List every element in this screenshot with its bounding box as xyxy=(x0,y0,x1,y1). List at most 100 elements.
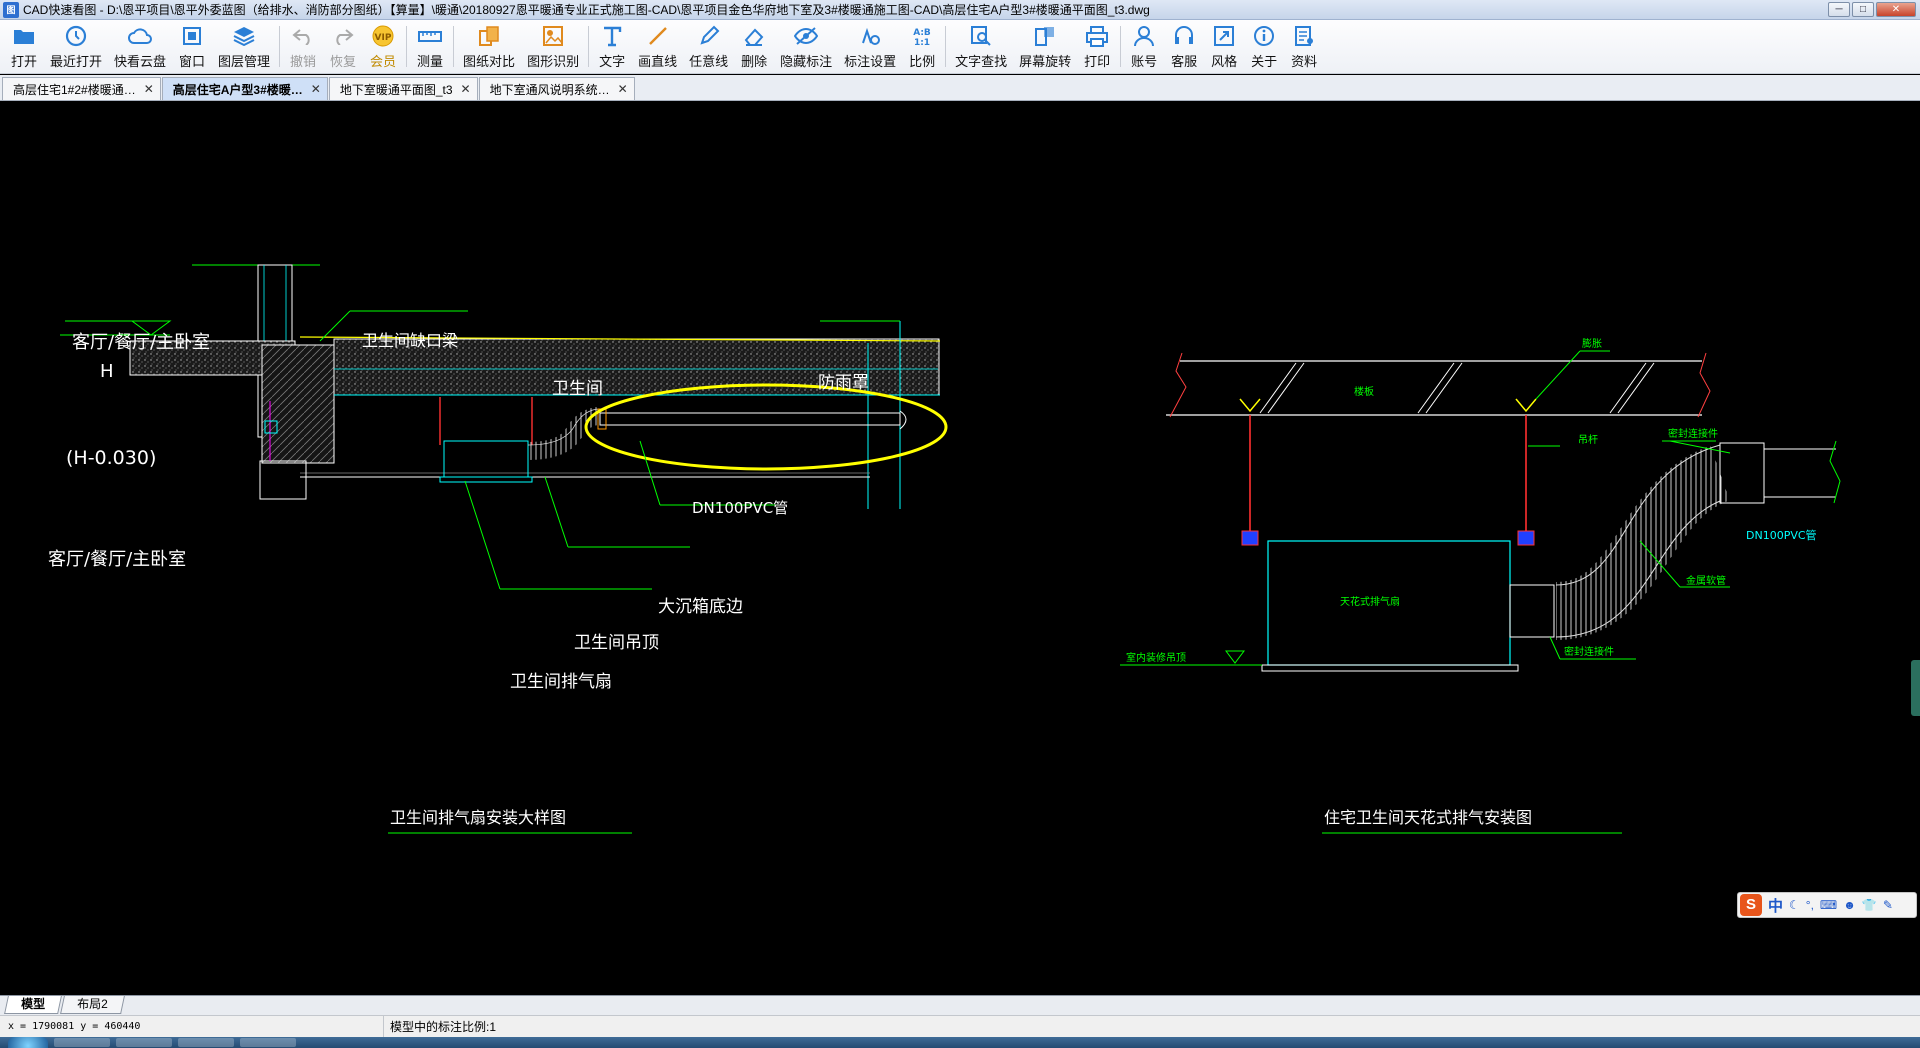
slab-hatch xyxy=(1267,362,1305,414)
fan-grille xyxy=(439,476,533,483)
taskbar-item[interactable] xyxy=(54,1038,110,1047)
document-tab-label: 地下室暖通平面图_t3 xyxy=(339,82,453,97)
toolbar-recognize-label: 图形识别 xyxy=(527,54,580,69)
drawing-canvas[interactable]: 客厅/餐厅/主卧室 H (H-0.030) 客厅/餐厅/主卧室 卫生间缺口梁 卫… xyxy=(0,101,1920,995)
toolbar-findtext-label: 文字查找 xyxy=(955,54,1008,69)
toolbar-recognize-button[interactable]: 图形识别 xyxy=(521,20,585,73)
taskbar xyxy=(0,1037,1920,1048)
tab-close-icon[interactable]: ✕ xyxy=(144,82,154,96)
ime-moon-icon[interactable]: ☾ xyxy=(1789,898,1800,912)
ime-face-icon[interactable]: ☻ xyxy=(1843,898,1856,912)
toolbar-separator xyxy=(588,26,590,67)
ime-tools-icon[interactable]: ✎ xyxy=(1883,898,1893,912)
ime-toolbar[interactable]: S 中 ☾ °, ⌨ ☻ 👕 ✎ xyxy=(1737,892,1917,918)
document-tab[interactable]: 高层住宅A户型3#楼暖… ✕ xyxy=(161,77,328,100)
rotate-icon xyxy=(1033,24,1057,48)
toolbar-window-button[interactable]: 窗口 xyxy=(172,20,212,73)
ime-mode[interactable]: 中 xyxy=(1768,895,1783,916)
toolbar-compare-button[interactable]: 图纸对比 xyxy=(457,20,521,73)
toolbar-text-button[interactable]: 文字 xyxy=(592,20,632,73)
toolbar-measure-button[interactable]: 测量 xyxy=(410,20,450,73)
elevation-h-label: H xyxy=(100,361,114,382)
toolbar-erase-button[interactable]: 删除 xyxy=(734,20,774,73)
toolbar-docs-label: 资料 xyxy=(1291,54,1318,69)
toolbar-style-button[interactable]: 风格 xyxy=(1204,20,1244,73)
close-button[interactable]: ✕ xyxy=(1876,2,1916,17)
layout-tab-layout2[interactable]: 布局2 xyxy=(60,996,125,1014)
toolbar-print-button[interactable]: 打印 xyxy=(1077,20,1117,73)
maximize-button[interactable]: □ xyxy=(1852,2,1874,17)
right-detail: 膨胀 楼板 吊杆 密封连接件 天花式排气扇 DN100PVC管 金属软管 密封连… xyxy=(1120,337,1841,834)
recognize-icon xyxy=(541,24,565,48)
tab-close-icon[interactable]: ✕ xyxy=(618,82,628,96)
document-tab[interactable]: 地下室通风说明系统… ✕ xyxy=(478,77,635,100)
clock-icon xyxy=(64,24,88,48)
toolbar-redo-button[interactable]: 恢复 xyxy=(323,20,363,73)
document-tabs: 高层住宅1#2#楼暖通… ✕ 高层住宅A户型3#楼暖… ✕ 地下室暖通平面图_t3 ✕ 地下… xyxy=(0,75,1920,101)
toolbar-dimset-label: 标注设置 xyxy=(844,54,897,69)
toolbar-line-button[interactable]: 画直线 xyxy=(632,20,683,73)
toolbar-layers-button[interactable]: 图层管理 xyxy=(212,20,276,73)
toolbar-vip-button[interactable]: VIP 会员 xyxy=(363,20,403,73)
toolbar-open-button[interactable]: 打开 xyxy=(4,20,44,73)
toolbar-print-label: 打印 xyxy=(1084,54,1111,69)
ime-skin-icon[interactable]: 👕 xyxy=(1862,898,1877,912)
fan-label: 卫生间排气扇 xyxy=(510,672,612,692)
left-caption: 卫生间排气扇安装大样图 xyxy=(390,808,566,827)
sogou-logo-icon[interactable]: S xyxy=(1740,894,1762,916)
toolbar-service-button[interactable]: 客服 xyxy=(1164,20,1204,73)
document-tab-label: 地下室通风说明系统… xyxy=(489,82,610,97)
toolbar-rotate-button[interactable]: 屏幕旋转 xyxy=(1013,20,1077,73)
rod-nut xyxy=(1241,530,1259,546)
toolbar-undo-label: 撤销 xyxy=(290,54,317,69)
toolbar-redo-label: 恢复 xyxy=(330,54,357,69)
toolbar-dimset-button[interactable]: 标注设置 xyxy=(838,20,902,73)
document-tab-label: 高层住宅1#2#楼暖通… xyxy=(13,82,136,97)
toolbar-freeline-button[interactable]: 任意线 xyxy=(683,20,734,73)
anchor-bolt xyxy=(1239,398,1261,413)
text-icon xyxy=(600,24,624,48)
toolbar-style-label: 风格 xyxy=(1211,54,1238,69)
toolbar-separator xyxy=(1120,26,1122,67)
toolbar-account-button[interactable]: 账号 xyxy=(1124,20,1164,73)
document-tab-label: 高层住宅A户型3#楼暖… xyxy=(172,82,303,97)
layers-icon xyxy=(232,24,256,48)
tab-close-icon[interactable]: ✕ xyxy=(311,82,321,96)
taskbar-item[interactable] xyxy=(240,1038,296,1047)
ime-punct-icon[interactable]: °, xyxy=(1806,898,1814,912)
toolbar-cloud-button[interactable]: 快看云盘 xyxy=(108,20,172,73)
toolbar-ratio-button[interactable]: A:B 1:1 比例 xyxy=(902,20,942,73)
minimize-button[interactable]: ─ xyxy=(1828,2,1850,17)
toolbar-service-label: 客服 xyxy=(1171,54,1198,69)
toolbar-vip-label: 会员 xyxy=(370,54,397,69)
side-panel-handle[interactable] xyxy=(1911,660,1920,716)
vip-icon: VIP xyxy=(371,24,395,48)
toolbar-recent-button[interactable]: 最近打开 xyxy=(44,20,108,73)
toolbar-about-button[interactable]: 关于 xyxy=(1244,20,1284,73)
start-button[interactable] xyxy=(8,1037,48,1048)
toolbar-undo-button[interactable]: 撤销 xyxy=(283,20,323,73)
toolbar-account-label: 账号 xyxy=(1131,54,1158,69)
slab-hatch xyxy=(1417,362,1455,414)
document-tab[interactable]: 地下室暖通平面图_t3 ✕ xyxy=(328,77,478,100)
tab-close-icon[interactable]: ✕ xyxy=(461,82,471,96)
layout-tabs: 模型 布局2 xyxy=(0,995,1920,1015)
document-tab[interactable]: 高层住宅1#2#楼暖通… ✕ xyxy=(2,77,161,100)
eye-icon xyxy=(794,24,819,48)
layout-tab-model[interactable]: 模型 xyxy=(4,996,62,1014)
rod-label: 吊杆 xyxy=(1578,434,1598,446)
ceiling-label: 卫生间吊顶 xyxy=(574,633,659,653)
toolbar-docs-button[interactable]: 资料 xyxy=(1284,20,1324,73)
ime-keyboard-icon[interactable]: ⌨ xyxy=(1820,898,1837,912)
toolbar-hide-button[interactable]: 隐藏标注 xyxy=(774,20,838,73)
toolbar-line-label: 画直线 xyxy=(638,54,678,69)
toolbar-findtext-button[interactable]: 文字查找 xyxy=(949,20,1013,73)
taskbar-item[interactable] xyxy=(178,1038,234,1047)
break-line xyxy=(1169,352,1187,418)
toolbar-ratio-label: 比例 xyxy=(909,54,936,69)
style-icon xyxy=(1212,24,1236,48)
info-icon xyxy=(1252,24,1276,48)
toolbar-measure-label: 测量 xyxy=(417,54,444,69)
anchor-label: 膨胀 xyxy=(1582,337,1602,350)
taskbar-item[interactable] xyxy=(116,1038,172,1047)
